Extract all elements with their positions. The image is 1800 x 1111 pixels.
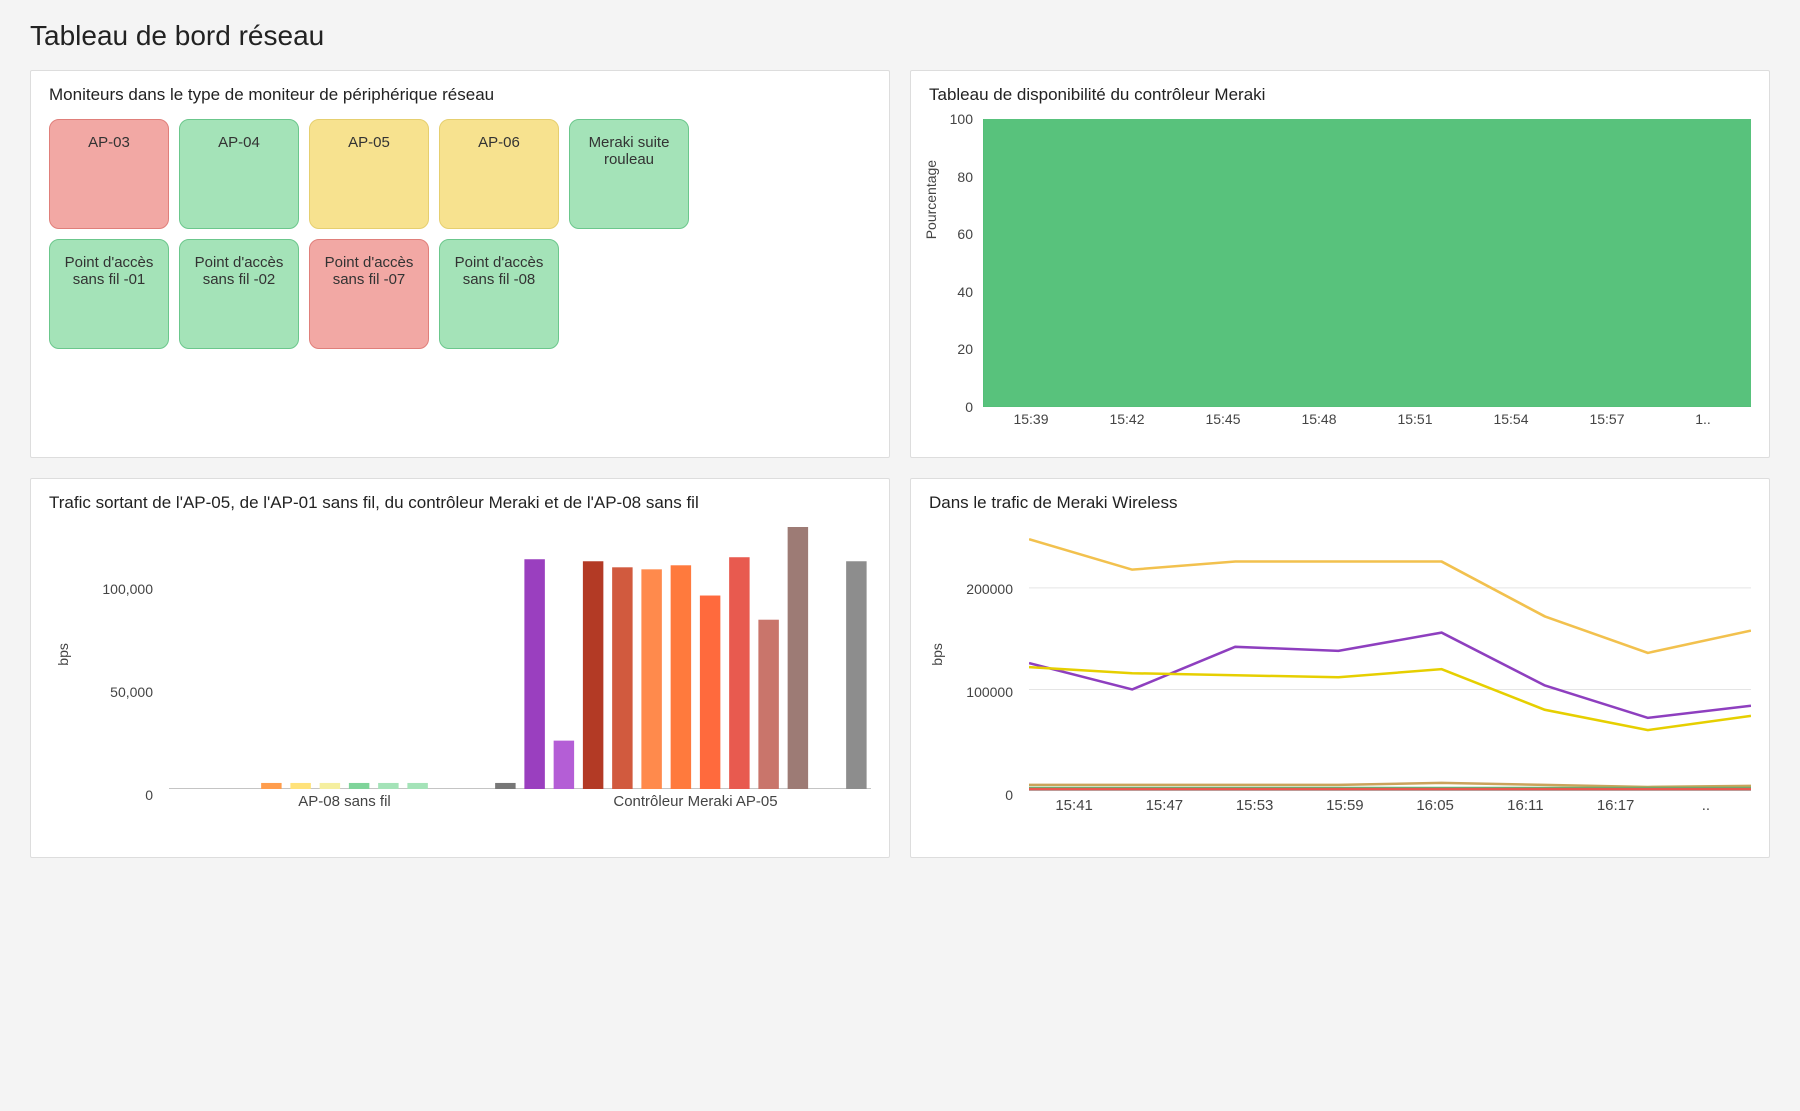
xtick-label: 15:39 [983,411,1079,439]
availability-yticks: 020406080100 [929,119,979,407]
ytick-label: 80 [957,169,973,185]
monitor-tile[interactable]: Meraki suite rouleau [569,119,689,229]
traffic-out-yticks: 050,000100,000 [99,527,159,795]
dashboard-grid: Moniteurs dans le type de moniteur de pé… [30,70,1770,858]
ytick-label: 0 [1005,787,1013,803]
panel-monitors-title: Moniteurs dans le type de moniteur de pé… [49,85,871,105]
ytick-label: 100,000 [102,581,153,597]
ytick-label: 100000 [966,684,1013,700]
xtick-label: 15:57 [1559,411,1655,439]
ytick-label: 50,000 [110,684,153,700]
monitor-tile[interactable]: AP-04 [179,119,299,229]
ytick-label: 0 [145,787,153,803]
availability-xticks: 15:3915:4215:4515:4815:5115:5415:571.. [983,411,1751,439]
monitor-tile-label: AP-06 [478,134,520,151]
traffic-out-chart: bps 0 50,000 100,000 AP-08 sans filContrôl… [49,527,871,827]
monitor-tile[interactable]: Point d'accès sans fil -02 [179,239,299,349]
ytick-label: 200000 [966,581,1013,597]
monitor-tile-label: AP-03 [88,134,130,151]
wireless-in-yticks: 0100000200000 [959,527,1019,795]
traffic-out-ylabel: bps [55,643,71,666]
ytick-label: 100 [950,111,973,127]
xtick-label: 15:54 [1463,411,1559,439]
monitor-tile-label: AP-05 [348,134,390,151]
monitor-tile[interactable]: Point d'accès sans fil -01 [49,239,169,349]
monitor-tile[interactable]: Point d'accès sans fil -07 [309,239,429,349]
xtick-label: 16:05 [1390,797,1480,827]
wireless-in-xlabels: 15:4115:4715:5315:5916:0516:1116:17.. [1029,797,1751,827]
xtick-label: 15:47 [1119,797,1209,827]
page-title: Tableau de bord réseau [30,20,1770,52]
xtick-label: 1.. [1655,411,1751,439]
monitor-tile-label: Point d'accès sans fil -01 [56,254,162,288]
monitor-tiles: AP-03 AP-04 AP-05 AP-06 Meraki suite rouleau… [49,119,871,349]
panel-wireless-in-title: Dans le trafic de Meraki Wireless [929,493,1751,513]
ytick-label: 60 [957,226,973,242]
panel-wireless-in: Dans le trafic de Meraki Wireless bps 01… [910,478,1770,858]
bar-group-label: Contrôleur Meraki AP-05 [520,793,871,827]
xtick-label: 15:59 [1300,797,1390,827]
monitor-tile[interactable]: Point d'accès sans fil -08 [439,239,559,349]
xtick-label: 15:51 [1367,411,1463,439]
xtick-label: 15:45 [1175,411,1271,439]
xtick-label: 15:41 [1029,797,1119,827]
panel-traffic-out: Trafic sortant de l'AP-05, de l'AP-01 sa… [30,478,890,858]
panel-availability-title: Tableau de disponibilité du contrôleur M… [929,85,1751,105]
xtick-label: 16:11 [1480,797,1570,827]
monitor-tile[interactable]: AP-03 [49,119,169,229]
xtick-label: .. [1661,797,1751,827]
panel-monitors: Moniteurs dans le type de moniteur de pé… [30,70,890,458]
monitor-tile-label: Meraki suite rouleau [576,134,682,168]
panel-traffic-out-title: Trafic sortant de l'AP-05, de l'AP-01 sa… [49,493,871,513]
availability-chart: Pourcentage 020406080100 15:3915:4215:45… [929,119,1751,439]
monitor-tile[interactable]: AP-05 [309,119,429,229]
bar-group-label: AP-08 sans fil [169,793,520,827]
monitor-tile-label: AP-04 [218,134,260,151]
ytick-label: 0 [965,399,973,415]
monitor-tile[interactable]: AP-06 [439,119,559,229]
xtick-label: 16:17 [1571,797,1661,827]
wireless-in-chart: bps 0100000200000 15:4115:4715:5315:5916… [929,527,1751,827]
monitor-tile-label: Point d'accès sans fil -07 [316,254,422,288]
ytick-label: 40 [957,284,973,300]
xtick-label: 15:53 [1210,797,1300,827]
monitor-tile-label: Point d'accès sans fil -02 [186,254,292,288]
xtick-label: 15:48 [1271,411,1367,439]
monitor-tile-label: Point d'accès sans fil -08 [446,254,552,288]
wireless-in-ylabel: bps [929,643,945,666]
ytick-label: 20 [957,341,973,357]
traffic-out-xlabels: AP-08 sans filContrôleur Meraki AP-05 [169,793,871,827]
panel-availability: Tableau de disponibilité du contrôleur M… [910,70,1770,458]
xtick-label: 15:42 [1079,411,1175,439]
